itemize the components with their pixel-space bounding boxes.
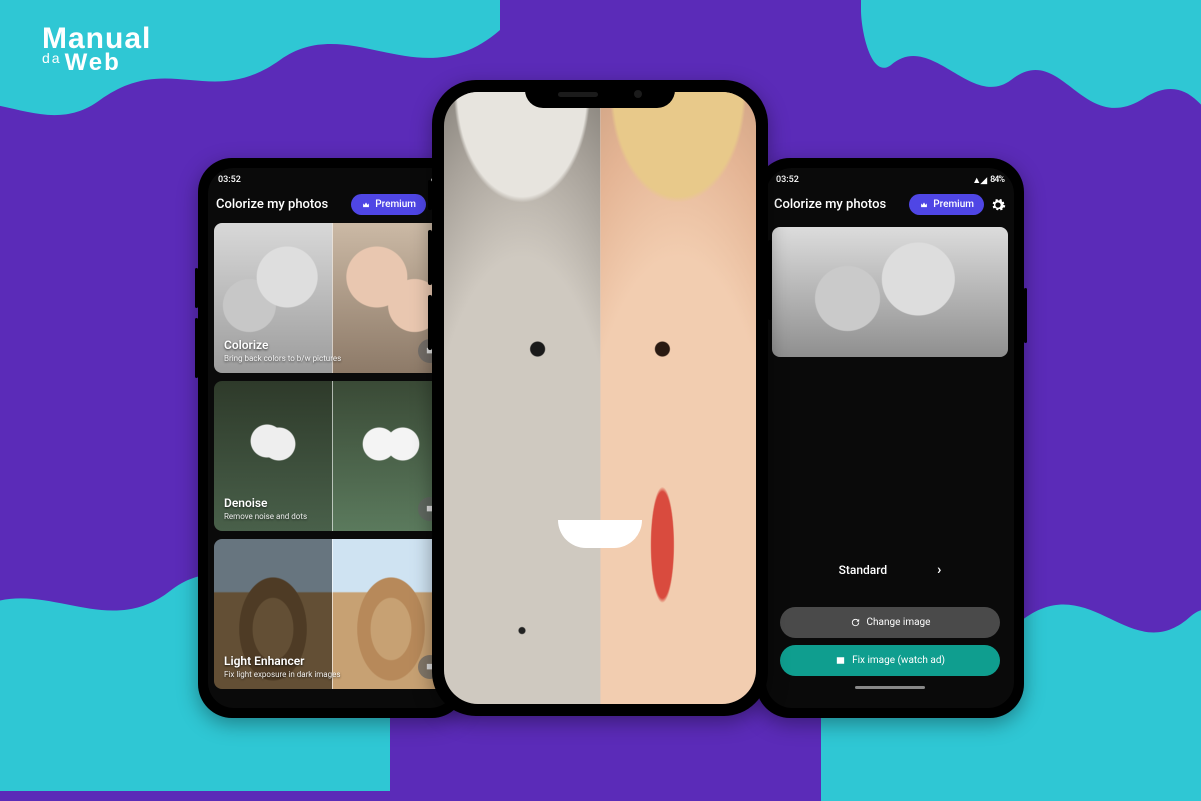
feature-list: Colorize Bring back colors to b/w pictur… <box>208 223 456 703</box>
settings-icon[interactable] <box>990 197 1006 213</box>
card-title: Light Enhancer <box>224 654 341 668</box>
crown-icon <box>919 200 929 210</box>
brand-line1: Manual <box>42 25 151 52</box>
home-indicator <box>855 686 925 689</box>
selected-image-preview[interactable] <box>772 227 1008 357</box>
phone-mockup-center <box>432 80 768 716</box>
card-desc: Remove noise and dots <box>224 512 307 521</box>
premium-button[interactable]: Premium <box>351 194 426 215</box>
card-title: Denoise <box>224 496 307 510</box>
phone-mockup-right: 03:52 ▲◢ 84% Colorize my photos Premium … <box>756 158 1024 718</box>
app-title: Colorize my photos <box>216 197 328 212</box>
chevron-right-icon: › <box>937 562 941 578</box>
image-icon <box>835 655 846 666</box>
swap-icon <box>850 617 861 628</box>
brand-logo: Manual daWeb <box>42 25 151 74</box>
status-time: 03:52 <box>776 175 799 185</box>
phone-mockup-left: 03:52 ▲◢◑ Colorize my photos Premium Col… <box>198 158 466 718</box>
card-title: Colorize <box>224 338 341 352</box>
card-desc: Bring back colors to b/w pictures <box>224 354 341 363</box>
quality-selector[interactable]: Standard › <box>772 536 1008 600</box>
fix-image-button[interactable]: Fix image (watch ad) <box>780 645 1000 676</box>
card-desc: Fix light exposure in dark images <box>224 670 341 679</box>
phone-notch <box>525 80 675 108</box>
wave-blob-top-right <box>861 0 1201 180</box>
premium-button[interactable]: Premium <box>909 194 984 215</box>
change-image-button[interactable]: Change image <box>780 607 1000 638</box>
status-battery: 84% <box>990 175 1004 185</box>
status-bar: 03:52 ▲◢◑ <box>208 168 456 188</box>
app-header: Colorize my photos Premium <box>208 188 456 223</box>
status-time: 03:52 <box>218 175 241 185</box>
crown-icon <box>361 200 371 210</box>
app-title: Colorize my photos <box>774 197 886 212</box>
before-after-face <box>444 92 756 704</box>
app-header: Colorize my photos Premium <box>766 188 1014 223</box>
status-bar: 03:52 ▲◢ 84% <box>766 168 1014 188</box>
feature-card-denoise[interactable]: Denoise Remove noise and dots <box>214 381 450 531</box>
feature-card-colorize[interactable]: Colorize Bring back colors to b/w pictur… <box>214 223 450 373</box>
brand-line2: daWeb <box>42 52 151 74</box>
status-icons: ▲◢ <box>972 175 986 186</box>
feature-card-light-enhancer[interactable]: Light Enhancer Fix light exposure in dar… <box>214 539 450 689</box>
quality-label: Standard <box>839 563 888 577</box>
